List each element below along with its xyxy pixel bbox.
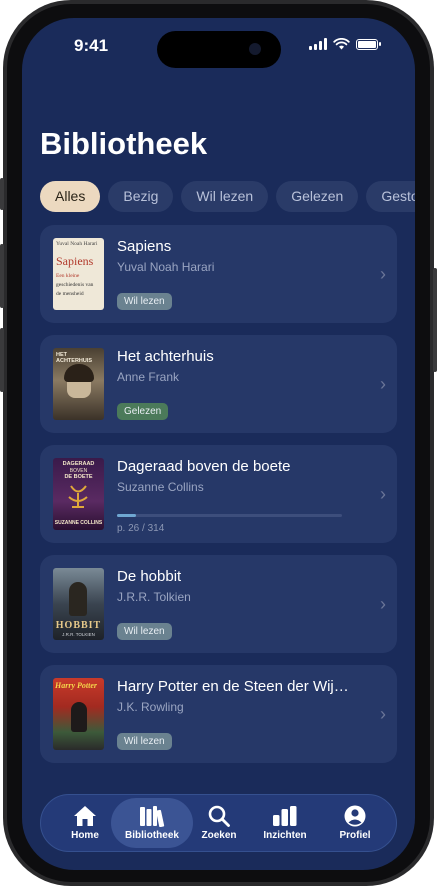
chevron-right-icon: ›	[380, 594, 386, 614]
book-author: J.K. Rowling	[117, 700, 184, 714]
book-title: Harry Potter en de Steen der Wijzen	[117, 678, 349, 695]
cover-portrait-hair	[64, 364, 94, 382]
filter-chip-wil-lezen[interactable]: Wil lezen	[181, 181, 269, 212]
tab-zoeken[interactable]: Zoeken	[197, 795, 241, 851]
book-card-sapiens[interactable]: Yuval Noah Harari Sapiens Een kleine ges…	[40, 225, 397, 323]
chevron-right-icon: ›	[380, 264, 386, 284]
cover-subtitle: geschiedenis van	[56, 282, 94, 288]
battery-icon	[356, 38, 381, 50]
cover-subtitle: de mensheid	[56, 291, 84, 297]
filter-chips: Alles Bezig Wil lezen Gelezen Gestopt	[40, 181, 415, 212]
library-icon	[140, 806, 165, 827]
book-author: J.R.R. Tolkien	[117, 590, 191, 604]
book-list: Yuval Noah Harari Sapiens Een kleine ges…	[40, 225, 397, 775]
book-title: Het achterhuis	[117, 348, 214, 365]
tab-label: Bibliotheek	[125, 830, 179, 841]
book-cover: Harry Potter	[53, 678, 104, 750]
cover-title: DAGERAAD	[62, 461, 95, 467]
tab-label: Home	[71, 830, 99, 841]
book-author: Anne Frank	[117, 370, 180, 384]
status-icons	[309, 38, 381, 50]
cover-title: HET ACHTERHUIS	[56, 352, 93, 364]
filter-chip-gelezen[interactable]: Gelezen	[276, 181, 359, 212]
book-card-het-achterhuis[interactable]: HET ACHTERHUIS Het achterhuis Anne Frank…	[40, 335, 397, 433]
book-cover: Yuval Noah Harari Sapiens Een kleine ges…	[53, 238, 104, 310]
reading-progress-text: p. 26 / 314	[117, 523, 165, 534]
cover-author: Yuval Noah Harari	[56, 241, 98, 247]
tab-inzichten[interactable]: Inzichten	[259, 795, 311, 851]
tab-label: Zoeken	[201, 830, 237, 841]
cover-figure	[69, 582, 87, 616]
status-badge: Wil lezen	[117, 623, 172, 640]
wifi-icon	[333, 38, 350, 50]
chevron-right-icon: ›	[380, 484, 386, 504]
tab-home[interactable]: Home	[59, 795, 111, 851]
book-cover: HOBBIT J.R.R. TOLKIEN	[53, 568, 104, 640]
home-icon	[74, 806, 96, 826]
status-badge: Gelezen	[117, 403, 169, 420]
bar-chart-icon	[273, 806, 297, 826]
book-title: Dageraad boven de boete	[117, 458, 291, 475]
filter-chip-bezig[interactable]: Bezig	[108, 181, 174, 212]
cover-figure	[71, 702, 87, 732]
camera-icon	[249, 43, 261, 55]
filter-chip-alles[interactable]: Alles	[40, 181, 101, 212]
chevron-right-icon: ›	[380, 704, 386, 724]
reading-progress-bar	[117, 514, 342, 517]
filter-chip-gestopt[interactable]: Gestopt	[366, 181, 415, 212]
cover-subtitle: Een kleine	[56, 273, 80, 279]
book-title: Sapiens	[117, 238, 172, 255]
reading-progress-fill	[117, 514, 136, 517]
book-card-harry-potter[interactable]: Harry Potter Harry Potter en de Steen de…	[40, 665, 397, 763]
cover-author: J.R.R. TOLKIEN	[62, 632, 95, 637]
side-button-volume-down	[0, 328, 4, 392]
cover-title: HOBBIT	[55, 620, 102, 631]
tab-profiel[interactable]: Profiel	[331, 795, 379, 851]
book-card-de-hobbit[interactable]: HOBBIT J.R.R. TOLKIEN De hobbit J.R.R. T…	[40, 555, 397, 653]
cover-title: DE BOETE	[64, 474, 93, 480]
status-time: 9:41	[74, 36, 109, 55]
cover-emblem	[68, 485, 88, 508]
cover-author: SUZANNE COLLINS	[54, 520, 103, 526]
signal-icon	[309, 38, 327, 50]
book-card-dageraad[interactable]: DAGERAAD BOVEN DE BOETE SUZANNE COLLINS …	[40, 445, 397, 543]
book-cover: DAGERAAD BOVEN DE BOETE SUZANNE COLLINS	[53, 458, 104, 530]
side-button-volume-up	[0, 244, 4, 308]
screen: 9:41 Bibliotheek Alles Bezig Wil lezen G…	[22, 18, 415, 870]
tab-label: Inzichten	[263, 830, 307, 841]
page-title: Bibliotheek	[40, 126, 208, 161]
book-author: Suzanne Collins	[117, 480, 204, 494]
cover-title: Sapiens	[56, 254, 94, 268]
side-button-silent	[0, 178, 4, 210]
book-author: Yuval Noah Harari	[117, 260, 215, 274]
bottom-tab-bar: Home Bibliotheek Zoeken Inzichten Profie…	[40, 794, 397, 852]
side-button-power	[433, 268, 437, 372]
book-title: De hobbit	[117, 568, 182, 585]
person-icon	[344, 805, 366, 827]
search-icon	[208, 805, 230, 827]
cover-title: Harry Potter	[55, 681, 97, 690]
book-cover: HET ACHTERHUIS	[53, 348, 104, 420]
status-badge: Wil lezen	[117, 733, 172, 750]
chevron-right-icon: ›	[380, 374, 386, 394]
dynamic-island	[157, 31, 281, 68]
status-badge: Wil lezen	[117, 293, 172, 310]
tab-label: Profiel	[339, 830, 371, 841]
tab-bibliotheek[interactable]: Bibliotheek	[111, 798, 193, 848]
